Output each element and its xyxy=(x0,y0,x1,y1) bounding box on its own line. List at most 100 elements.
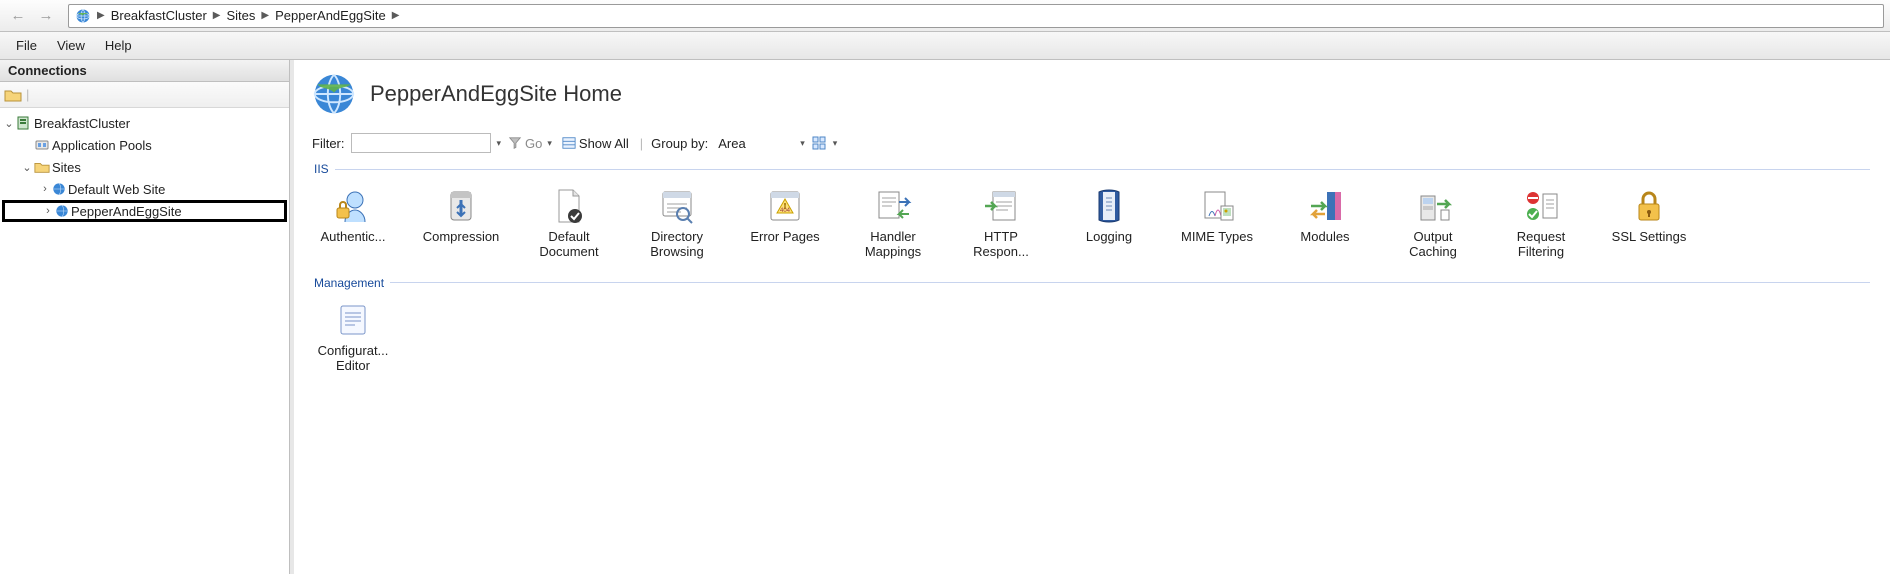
feature-logging[interactable]: Logging xyxy=(1070,182,1148,260)
feature-output-caching[interactable]: Output Caching xyxy=(1394,182,1472,260)
filter-go-label: Go xyxy=(525,136,542,151)
arrow-left-icon: ← xyxy=(11,7,26,24)
chevron-down-icon: ▾ xyxy=(545,138,552,149)
main-split: Connections | ⌄ BreakfastCluster Applica… xyxy=(0,60,1890,574)
separator: | xyxy=(636,136,647,151)
group-by-select[interactable]: Area xyxy=(714,136,794,151)
filter-input[interactable] xyxy=(351,133,491,153)
group-rule xyxy=(335,169,1870,170)
globe-icon xyxy=(55,204,69,218)
chevron-down-icon[interactable]: ▾ xyxy=(495,138,502,149)
management-icon-grid: Configurat... Editor xyxy=(312,290,1872,384)
menu-bar: File View Help xyxy=(0,32,1890,60)
group-caption: Management xyxy=(312,276,1872,290)
expand-icon[interactable]: › xyxy=(38,183,52,195)
ssl-settings-icon xyxy=(1629,186,1669,226)
menu-help[interactable]: Help xyxy=(95,35,142,56)
page-title-row: PepperAndEggSite Home xyxy=(312,72,1872,116)
server-icon xyxy=(16,115,32,131)
feature-label: Handler Mappings xyxy=(854,230,932,260)
grid-view-icon xyxy=(812,136,828,150)
feature-mime-types[interactable]: MIME Types xyxy=(1178,182,1256,260)
group-rule xyxy=(390,282,1870,283)
logging-icon xyxy=(1089,186,1129,226)
address-bar: ← → ▶ BreakfastCluster ▶ Sites ▶ PepperA… xyxy=(0,0,1890,32)
compression-icon xyxy=(441,186,481,226)
group-management: Management Configurat... Editor xyxy=(312,276,1872,384)
group-caption-label: IIS xyxy=(314,162,329,176)
chevron-down-icon: ▾ xyxy=(831,138,838,149)
error-pages-icon: 404 xyxy=(765,186,805,226)
filter-show-all-button[interactable]: Show All xyxy=(559,135,632,152)
feature-label: Request Filtering xyxy=(1502,230,1580,260)
feature-label: MIME Types xyxy=(1181,230,1253,245)
iis-icon-grid: Authentic... Compression Default Documen… xyxy=(312,176,1872,270)
content-pane: PepperAndEggSite Home Filter: ▾ Go ▾ Sho… xyxy=(290,60,1890,574)
feature-label: Default Document xyxy=(530,230,608,260)
feature-label: Logging xyxy=(1086,230,1132,245)
filter-bar: Filter: ▾ Go ▾ Show All | Group by: Area… xyxy=(312,130,1872,156)
filter-go-button[interactable]: Go ▾ xyxy=(505,135,555,152)
feature-label: Authentic... xyxy=(320,230,385,245)
chevron-right-icon: ▶ xyxy=(257,10,273,21)
modules-icon xyxy=(1305,186,1345,226)
folder-icon xyxy=(34,160,50,174)
feature-label: SSL Settings xyxy=(1612,230,1687,245)
feature-label: Modules xyxy=(1300,230,1349,245)
expand-icon[interactable]: › xyxy=(41,205,55,217)
feature-ssl-settings[interactable]: SSL Settings xyxy=(1610,182,1688,260)
connections-tree: ⌄ BreakfastCluster Application Pools ⌄ S… xyxy=(0,108,289,226)
tree-node-app-pools[interactable]: Application Pools xyxy=(2,134,287,156)
feature-directory-browsing[interactable]: Directory Browsing xyxy=(638,182,716,260)
chevron-right-icon: ▶ xyxy=(93,10,109,21)
nav-back-button[interactable]: ← xyxy=(6,4,30,28)
feature-authentication[interactable]: Authentic... xyxy=(314,182,392,260)
group-caption: IIS xyxy=(312,162,1872,176)
feature-label: Error Pages xyxy=(750,230,819,245)
group-by-label: Group by: xyxy=(651,136,708,151)
globe-icon xyxy=(73,5,93,27)
tree-label: Application Pools xyxy=(50,138,152,153)
feature-configuration-editor[interactable]: Configurat... Editor xyxy=(314,296,392,374)
group-caption-label: Management xyxy=(314,276,384,290)
feature-compression[interactable]: Compression xyxy=(422,182,500,260)
connections-pane: Connections | ⌄ BreakfastCluster Applica… xyxy=(0,60,290,574)
tree-node-pepper-and-egg-site[interactable]: › PepperAndEggSite xyxy=(2,200,287,222)
authentication-icon xyxy=(333,186,373,226)
collapse-icon[interactable]: ⌄ xyxy=(20,161,34,174)
page-title: PepperAndEggSite Home xyxy=(370,81,622,107)
connections-toolbar[interactable]: | xyxy=(0,82,289,108)
feature-label: HTTP Respon... xyxy=(962,230,1040,260)
group-iis: IIS Authentic... Compression xyxy=(312,162,1872,270)
nav-forward-button[interactable]: → xyxy=(34,4,58,28)
chevron-right-icon: ▶ xyxy=(209,10,225,21)
output-caching-icon xyxy=(1413,186,1453,226)
tree-node-sites[interactable]: ⌄ Sites xyxy=(2,156,287,178)
directory-browsing-icon xyxy=(657,186,697,226)
tree-node-default-web-site[interactable]: › Default Web Site xyxy=(2,178,287,200)
menu-view[interactable]: View xyxy=(47,35,95,56)
toolbar-separator: | xyxy=(22,87,33,102)
tree-node-server[interactable]: ⌄ BreakfastCluster xyxy=(2,112,287,134)
feature-modules[interactable]: Modules xyxy=(1286,182,1364,260)
chevron-down-icon[interactable]: ▾ xyxy=(798,138,805,149)
connections-header: Connections xyxy=(0,60,289,82)
feature-handler-mappings[interactable]: Handler Mappings xyxy=(854,182,932,260)
view-mode-button[interactable]: ▾ xyxy=(809,135,841,151)
arrow-right-icon: → xyxy=(39,7,54,24)
feature-label: Compression xyxy=(423,230,500,245)
breadcrumb[interactable]: ▶ BreakfastCluster ▶ Sites ▶ PepperAndEg… xyxy=(68,4,1884,28)
breadcrumb-item[interactable]: PepperAndEggSite xyxy=(273,5,388,27)
tree-label: BreakfastCluster xyxy=(32,116,130,131)
feature-request-filtering[interactable]: Request Filtering xyxy=(1502,182,1580,260)
feature-http-response-headers[interactable]: HTTP Respon... xyxy=(962,182,1040,260)
breadcrumb-item[interactable]: Sites xyxy=(225,5,258,27)
feature-error-pages[interactable]: 404 Error Pages xyxy=(746,182,824,260)
breadcrumb-item[interactable]: BreakfastCluster xyxy=(109,5,209,27)
tree-label: Default Web Site xyxy=(66,182,165,197)
mime-types-icon xyxy=(1197,186,1237,226)
collapse-icon[interactable]: ⌄ xyxy=(2,117,16,130)
configuration-editor-icon xyxy=(333,300,373,340)
feature-default-document[interactable]: Default Document xyxy=(530,182,608,260)
menu-file[interactable]: File xyxy=(6,35,47,56)
